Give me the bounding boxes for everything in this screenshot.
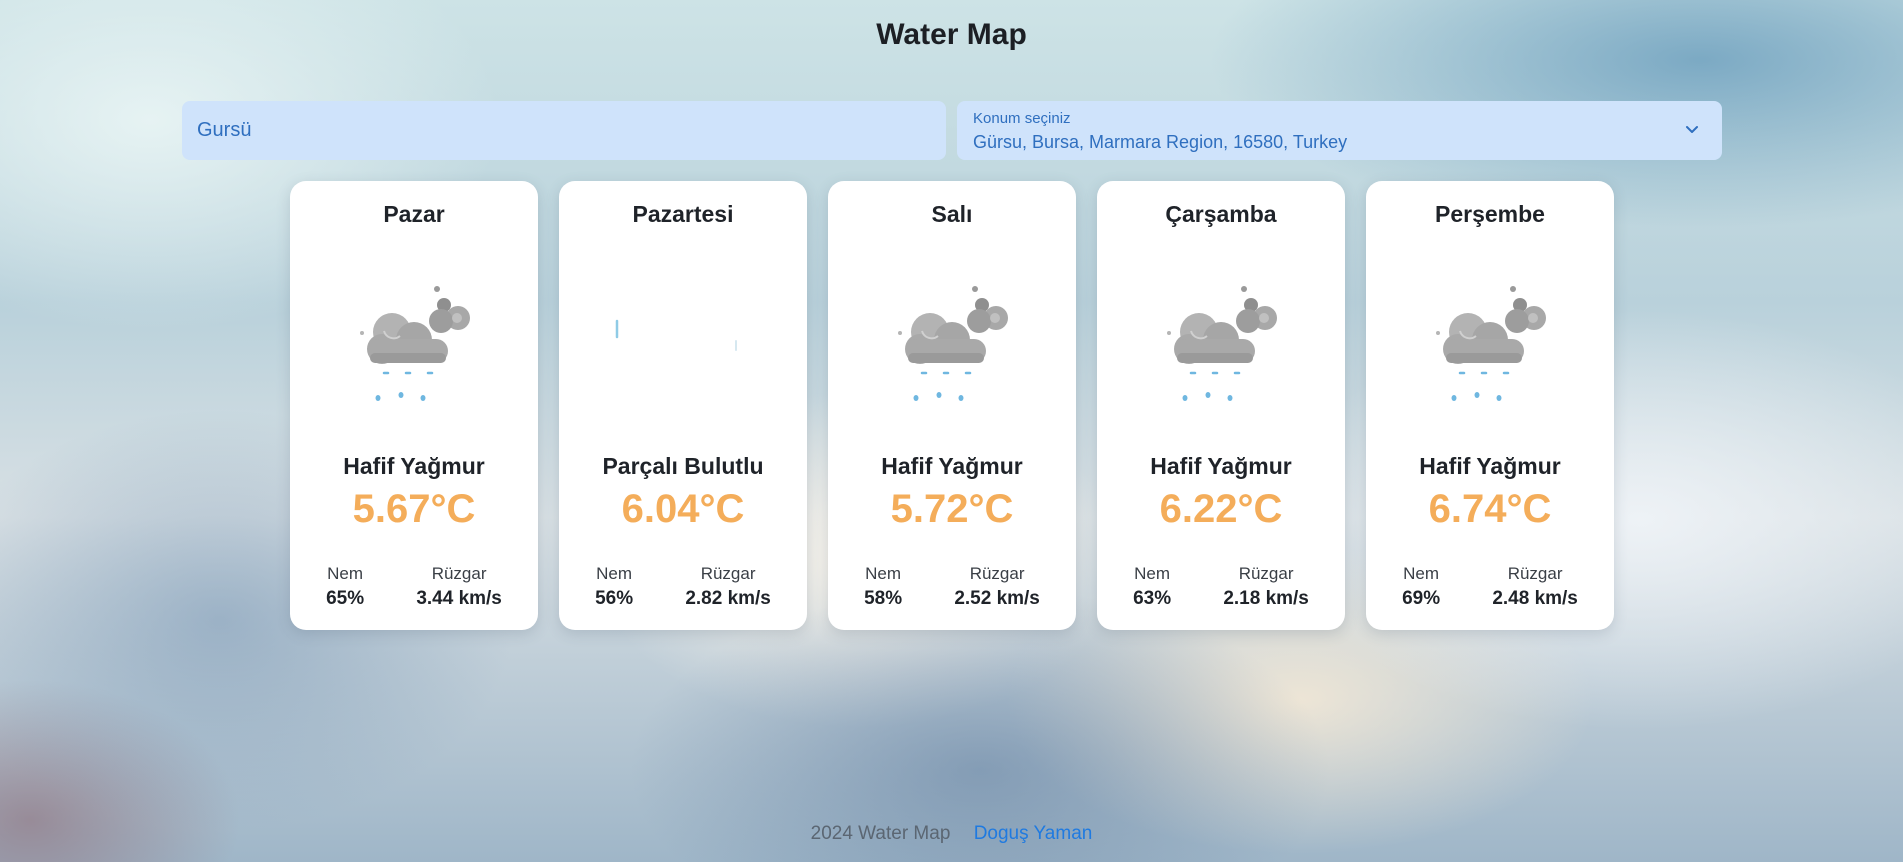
forecast-stats: Nem 58% Rüzgar 2.52 km/s <box>828 563 1076 613</box>
humidity-label: Nem <box>596 564 633 583</box>
forecast-cards: Pazar Hafif Yağmur 5.67°C Nem 65% Rüzgar… <box>290 181 1614 630</box>
humidity-label: Nem <box>327 564 364 583</box>
humidity-label: Nem <box>1134 564 1171 583</box>
wind-stat: Rüzgar 3.44 km/s <box>416 563 502 613</box>
forecast-day: Perşembe <box>1435 201 1545 227</box>
forecast-temperature: 5.72°C <box>890 487 1014 531</box>
city-search-input[interactable]: Gursü <box>182 101 946 160</box>
forecast-day: Çarşamba <box>1165 201 1277 227</box>
humidity-value: 65% <box>326 588 365 609</box>
footer: 2024 Water Map Doguş Yaman <box>0 823 1903 845</box>
location-select[interactable]: Konum seçiniz Gürsu, Bursa, Marmara Regi… <box>957 101 1722 160</box>
forecast-temperature: 6.04°C <box>621 487 745 531</box>
light-rain-icon <box>360 286 470 401</box>
location-select-value: Gürsu, Bursa, Marmara Region, 16580, Tur… <box>973 132 1348 152</box>
footer-copyright: 2024 Water Map <box>810 823 951 844</box>
humidity-value: 58% <box>864 588 903 609</box>
wind-label: Rüzgar <box>969 564 1025 583</box>
forecast-temperature: 6.74°C <box>1428 487 1552 531</box>
forecast-stats: Nem 63% Rüzgar 2.18 km/s <box>1097 563 1345 613</box>
humidity-label: Nem <box>1403 564 1440 583</box>
humidity-label: Nem <box>865 564 902 583</box>
forecast-condition: Hafif Yağmur <box>1419 453 1561 479</box>
forecast-day: Pazar <box>383 201 445 227</box>
wind-stat: Rüzgar 2.52 km/s <box>954 563 1040 613</box>
forecast-condition: Parçalı Bulutlu <box>602 453 764 479</box>
forecast-condition: Hafif Yağmur <box>343 453 485 479</box>
wind-stat: Rüzgar 2.82 km/s <box>685 563 771 613</box>
forecast-stats: Nem 56% Rüzgar 2.82 km/s <box>559 563 807 613</box>
light-rain-icon <box>1167 286 1277 401</box>
humidity-stat: Nem 58% <box>864 563 902 613</box>
light-rain-icon <box>898 286 1008 401</box>
wind-value: 3.44 km/s <box>416 588 502 609</box>
forecast-card: Salı Hafif Yağmur 5.72°C Nem 58% Rüzgar … <box>828 181 1076 630</box>
humidity-value: 69% <box>1402 588 1441 609</box>
humidity-value: 63% <box>1133 588 1172 609</box>
forecast-temperature: 6.22°C <box>1159 487 1283 531</box>
light-rain-icon <box>1436 286 1546 401</box>
forecast-card: Pazar Hafif Yağmur 5.67°C Nem 65% Rüzgar… <box>290 181 538 630</box>
wind-value: 2.52 km/s <box>954 588 1040 609</box>
wind-value: 2.82 km/s <box>685 588 771 609</box>
wind-stat: Rüzgar 2.48 km/s <box>1492 563 1578 613</box>
forecast-stats: Nem 65% Rüzgar 3.44 km/s <box>290 563 538 613</box>
partly-cloudy-icon <box>615 319 737 351</box>
forecast-day: Salı <box>931 201 973 227</box>
wind-value: 2.48 km/s <box>1492 588 1578 609</box>
wind-label: Rüzgar <box>700 564 756 583</box>
author-link[interactable]: Doguş Yaman <box>974 823 1093 844</box>
humidity-stat: Nem 69% <box>1402 563 1440 613</box>
forecast-card: Pazartesi Parçalı Bulutlu 6.04°C Nem 56%… <box>559 181 807 630</box>
location-select-label: Konum seçiniz <box>973 110 1071 127</box>
humidity-stat: Nem 56% <box>595 563 633 613</box>
humidity-value: 56% <box>595 588 634 609</box>
humidity-stat: Nem 63% <box>1133 563 1171 613</box>
wind-value: 2.18 km/s <box>1223 588 1309 609</box>
page-title: Water Map <box>876 18 1027 51</box>
wind-label: Rüzgar <box>1507 564 1563 583</box>
forecast-temperature: 5.67°C <box>352 487 476 531</box>
wind-label: Rüzgar <box>1238 564 1294 583</box>
forecast-condition: Hafif Yağmur <box>1150 453 1292 479</box>
wind-label: Rüzgar <box>431 564 487 583</box>
forecast-stats: Nem 69% Rüzgar 2.48 km/s <box>1366 563 1614 613</box>
city-search-value: Gursü <box>197 119 252 141</box>
wind-stat: Rüzgar 2.18 km/s <box>1223 563 1309 613</box>
humidity-stat: Nem 65% <box>326 563 364 613</box>
forecast-card: Perşembe Hafif Yağmur 6.74°C Nem 69% Rüz… <box>1366 181 1614 630</box>
forecast-card: Çarşamba Hafif Yağmur 6.22°C Nem 63% Rüz… <box>1097 181 1345 630</box>
forecast-condition: Hafif Yağmur <box>881 453 1023 479</box>
chevron-down-icon[interactable] <box>1684 121 1700 137</box>
forecast-day: Pazartesi <box>632 201 734 227</box>
